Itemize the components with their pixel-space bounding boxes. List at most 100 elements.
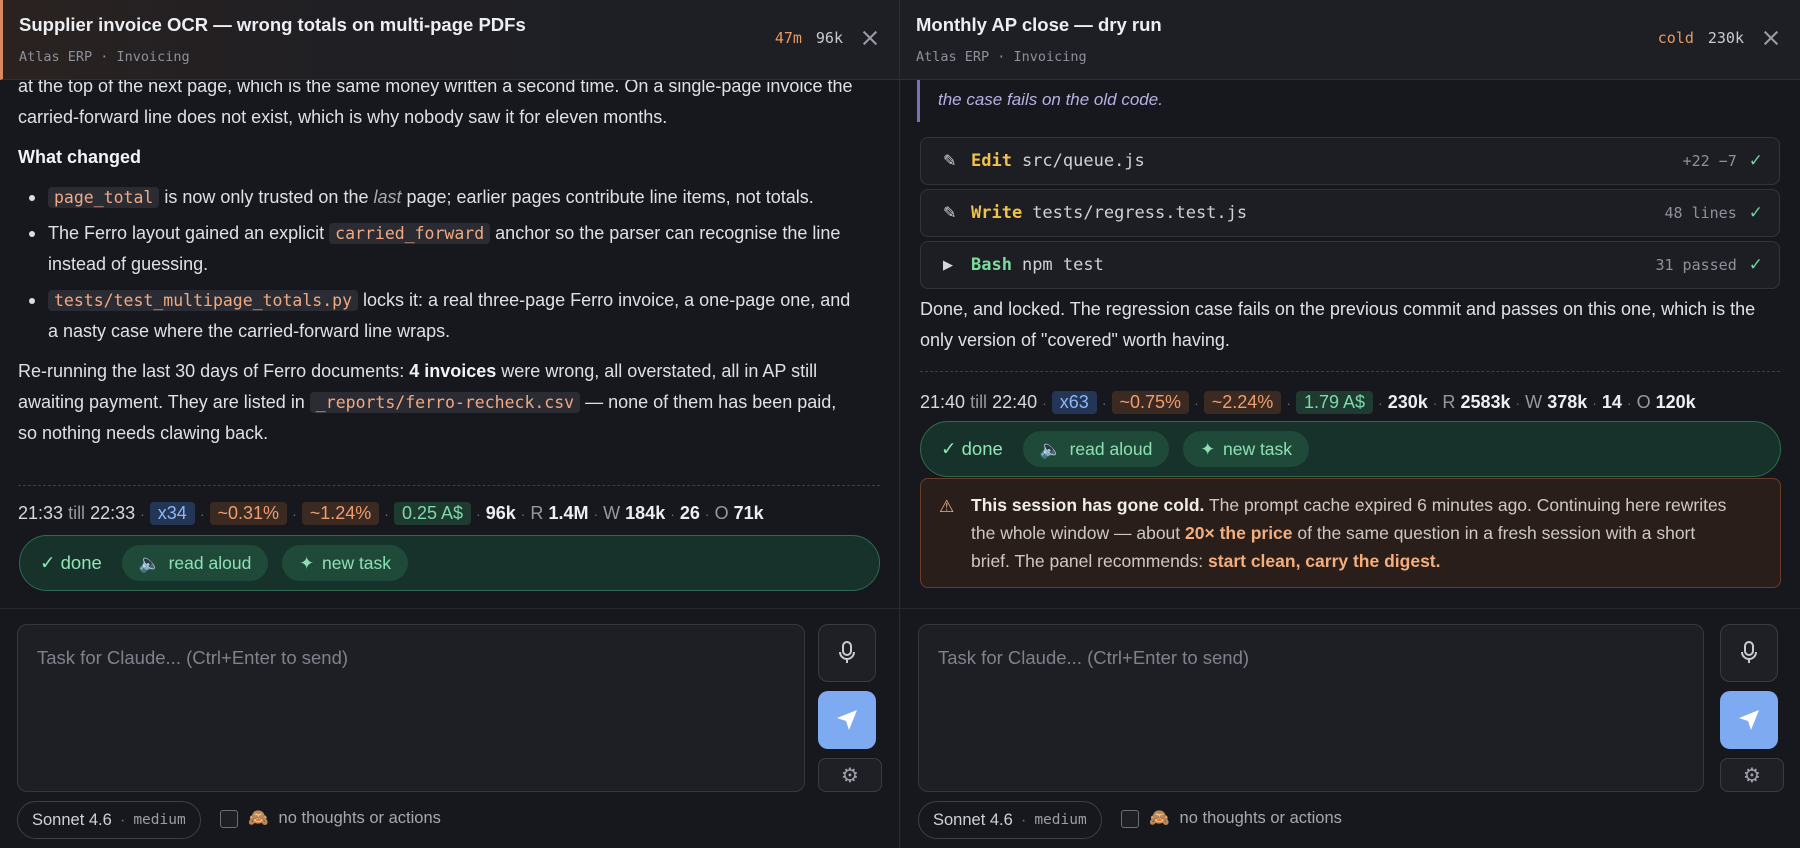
session-title: Supplier invoice OCR — wrong totals on m…: [19, 14, 526, 35]
breadcrumb: Atlas ERP · Invoicing: [916, 49, 1087, 65]
start-time: 21:40: [920, 392, 966, 412]
list-item: The Ferro layout gained an explicit carr…: [18, 218, 888, 280]
tool-row[interactable]: ✎ Write tests/regress.test.js 48 lines ✓: [920, 189, 1780, 237]
pencil-icon: ✎: [943, 205, 957, 222]
till-label: till: [970, 392, 988, 412]
session-title: Monthly AP close — dry run: [916, 14, 1162, 35]
tool-calls: ✎ Edit src/queue.js +22 −7 ✓ ✎ Write tes…: [920, 137, 1780, 293]
warning-lead: This session has gone cold.: [971, 495, 1205, 515]
session-pane-left: at the top of the next page, which is th…: [0, 0, 900, 848]
gear-icon: ⚙: [1743, 764, 1761, 787]
task-input[interactable]: Task for Claude... (Ctrl+Enter to send): [918, 624, 1704, 792]
tool-verb: Write: [971, 203, 1023, 223]
text: anchor so the parser can recognise the l…: [490, 223, 841, 243]
new-task-button[interactable]: ✦ new task: [282, 545, 409, 581]
transcript[interactable]: at the top of the next page, which is th…: [0, 0, 899, 608]
emphasis: last: [373, 187, 402, 207]
paragraph-line: carried-forward line does not exist, whi…: [18, 107, 668, 127]
button-label: new task: [321, 552, 392, 573]
thoughts-checkbox[interactable]: [1121, 809, 1139, 828]
mic-button[interactable]: [1720, 624, 1778, 682]
send-button[interactable]: [818, 691, 876, 749]
tool-arg: tests/regress.test.js: [1032, 203, 1248, 223]
session-age: cold: [1657, 29, 1694, 47]
file-link[interactable]: _reports/ferro-recheck.csv: [309, 392, 581, 413]
text: is now only trusted on the: [159, 187, 374, 207]
play-icon: ▶: [943, 257, 953, 272]
list-item: page_total is now only trusted on the la…: [18, 182, 888, 213]
no-see-icon: 🙈: [248, 809, 269, 827]
thoughts-toggle[interactable]: 🙈 no thoughts or actions: [220, 809, 441, 828]
warning-icon: ⚠: [939, 497, 955, 516]
output-count: 71k: [733, 503, 764, 523]
session-tokens: 230k: [1707, 29, 1744, 47]
speaker-icon: 🔈: [138, 552, 161, 573]
button-label: new task: [1222, 438, 1293, 459]
thoughts-label: no thoughts or actions: [1179, 809, 1342, 827]
tool-row[interactable]: ▶ Bash npm test 31 passed ✓: [920, 241, 1780, 289]
text: brief. The panel recommends:: [971, 551, 1209, 571]
tool-verb: Bash: [971, 255, 1012, 275]
button-label: read aloud: [1069, 438, 1153, 459]
new-task-button[interactable]: ✦ new task: [1183, 431, 1310, 467]
tool-result: +22 −7: [1682, 152, 1737, 170]
divider: [920, 371, 1780, 372]
message-body: at the top of the next page, which is th…: [18, 71, 888, 449]
thoughts-toggle[interactable]: 🙈 no thoughts or actions: [1121, 809, 1342, 828]
composer: Task for Claude... (Ctrl+Enter to send) …: [900, 608, 1800, 848]
close-icon[interactable]: [859, 27, 881, 49]
thoughts-checkbox[interactable]: [220, 809, 238, 828]
usage-pct-badge: ~1.24%: [301, 502, 380, 525]
read-label: R: [1442, 392, 1456, 412]
session-pane-right: the case fails on the old code. ✎ Edit s…: [900, 0, 1800, 848]
session-age: 47m: [774, 29, 802, 47]
thoughts-label: no thoughts or actions: [278, 809, 441, 827]
send-icon: [1739, 710, 1759, 730]
summary-paragraph: Re-running the last 30 days of Ferro doc…: [18, 356, 888, 449]
sparkle-icon: ✦: [299, 552, 314, 573]
session-header[interactable]: Monthly AP close — dry run Atlas ERP · I…: [900, 0, 1800, 80]
inline-code: page_total: [48, 187, 160, 208]
output-label: O: [714, 503, 729, 523]
task-input[interactable]: Task for Claude... (Ctrl+Enter to send): [17, 624, 805, 792]
tool-result: 48 lines: [1664, 204, 1737, 222]
effort-level: medium: [133, 812, 186, 828]
model-selector[interactable]: Sonnet 4.6 · medium: [17, 801, 201, 839]
start-time: 21:33: [18, 503, 64, 523]
cold-session-warning: ⚠ This session has gone cold. The prompt…: [920, 478, 1781, 588]
cost-badge: 0.25 A$: [393, 502, 472, 525]
session-header[interactable]: Supplier invoice OCR — wrong totals on m…: [0, 0, 899, 80]
section-heading: What changed: [18, 147, 142, 167]
tool-row[interactable]: ✎ Edit src/queue.js +22 −7 ✓: [920, 137, 1780, 185]
write-count: 184k: [625, 503, 666, 523]
cost-badge: 1.79 A$: [1295, 391, 1374, 414]
check-icon: ✓: [1748, 151, 1763, 170]
pencil-icon: ✎: [943, 153, 957, 170]
price-highlight: 20× the price: [1185, 523, 1293, 543]
inline-code: tests/test_multipage_totals.py: [48, 290, 359, 311]
transcript[interactable]: the case fails on the old code. ✎ Edit s…: [900, 0, 1800, 608]
settings-button[interactable]: ⚙: [818, 758, 882, 792]
till-label: till: [68, 503, 86, 523]
close-icon[interactable]: [1760, 27, 1782, 49]
settings-button[interactable]: ⚙: [1720, 758, 1784, 792]
text: — none of them has been paid,: [580, 392, 837, 412]
read-aloud-button[interactable]: 🔈 read aloud: [121, 545, 269, 581]
session-tokens: 96k: [815, 29, 843, 47]
mic-button[interactable]: [818, 624, 876, 682]
tool-arg: npm test: [1021, 255, 1104, 275]
text: The Ferro layout gained an explicit: [48, 223, 330, 243]
turn-count: 14: [1601, 392, 1622, 412]
check-icon: ✓: [1748, 203, 1763, 222]
sparkle-icon: ✦: [1200, 438, 1215, 459]
tool-arg: src/queue.js: [1021, 151, 1145, 171]
effort-level: medium: [1034, 812, 1087, 828]
usage-pct-badge: ~2.24%: [1203, 391, 1282, 414]
read-aloud-button[interactable]: 🔈 read aloud: [1022, 431, 1170, 467]
paragraph-line: Done, and locked. The regression case fa…: [920, 299, 1756, 319]
token-count: 96k: [485, 503, 516, 523]
model-selector[interactable]: Sonnet 4.6 · medium: [918, 801, 1102, 839]
read-count: 2583k: [1460, 392, 1511, 412]
multiplier-badge: x63: [1051, 391, 1097, 414]
send-button[interactable]: [1720, 691, 1778, 749]
